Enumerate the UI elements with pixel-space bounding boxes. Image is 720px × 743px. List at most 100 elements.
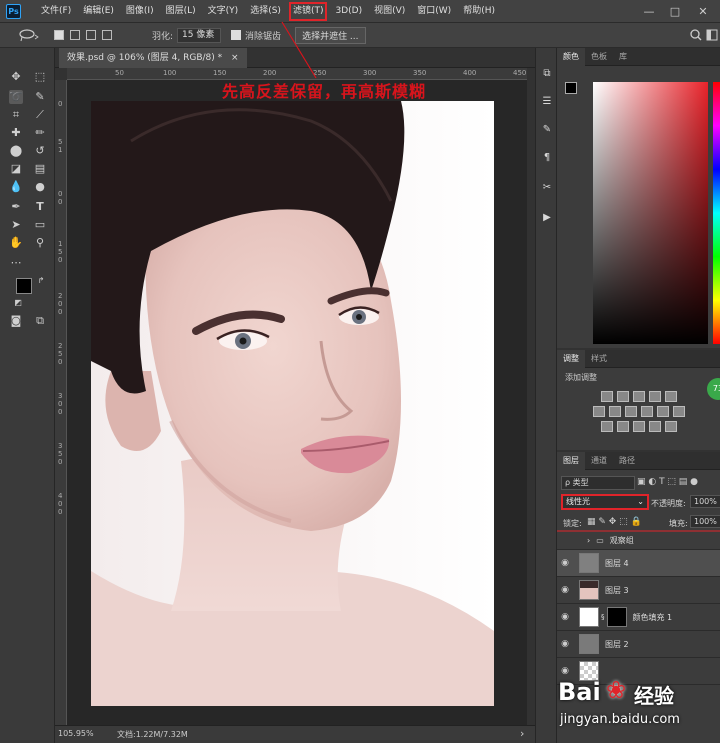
exposure-icon[interactable]	[648, 391, 661, 402]
tab-layers[interactable]: 图层	[557, 451, 585, 470]
layer-row-group[interactable]: › ▭ 观察组	[557, 532, 720, 550]
fg-color-chip[interactable]	[565, 82, 577, 94]
workspace-icon[interactable]	[706, 29, 718, 41]
character-icon[interactable]: ¶	[541, 152, 553, 164]
tab-channels[interactable]: 通道	[585, 452, 613, 470]
menu-3d[interactable]: 3D(D)	[329, 0, 368, 23]
lock-icons[interactable]: ▦ ✎ ✥ ⬚ 🔒	[587, 517, 642, 527]
dodge-tool-icon[interactable]: ●	[33, 180, 47, 194]
fill-input[interactable]: 100%	[690, 515, 720, 528]
actions-play-icon[interactable]: ▶	[541, 212, 553, 224]
brush-tool-icon[interactable]: ✏	[33, 126, 47, 140]
layer-row[interactable]: ◉ 图层 2	[557, 631, 720, 658]
antialias-checkbox[interactable]	[231, 30, 242, 40]
curves-icon[interactable]	[632, 391, 645, 402]
vibrance-icon[interactable]	[664, 391, 677, 402]
maximize-button[interactable]: □	[662, 0, 688, 23]
screen-mode-icon[interactable]: ⧉	[33, 314, 47, 328]
healing-tool-icon[interactable]: ✚	[9, 126, 23, 140]
blend-mode-select[interactable]: 线性光 ⌄	[561, 494, 649, 510]
tab-styles[interactable]: 样式	[585, 350, 613, 368]
add-selection-icon[interactable]	[70, 30, 80, 40]
move-tool-icon[interactable]: ✥	[9, 70, 23, 84]
lasso-tool-icon-active[interactable]: ➰	[9, 90, 23, 104]
shape-tool-icon[interactable]: ▭	[33, 218, 47, 232]
visibility-eye-icon[interactable]: ◉	[557, 639, 573, 649]
portrait-photo[interactable]	[91, 101, 494, 706]
search-icon[interactable]	[690, 29, 702, 41]
intersect-selection-icon[interactable]	[102, 30, 112, 40]
history-brush-icon[interactable]: ↺	[33, 144, 47, 158]
blur-tool-icon[interactable]: 💧	[9, 180, 23, 194]
history-icon[interactable]: ⧉	[541, 68, 553, 80]
eyedropper-tool-icon[interactable]: ⟋	[33, 108, 47, 122]
hue-sat-icon[interactable]	[592, 406, 605, 417]
channel-mixer-icon[interactable]	[656, 406, 669, 417]
quick-mask-icon[interactable]: ◙	[9, 314, 23, 328]
hand-tool-icon[interactable]: ✋	[9, 236, 23, 250]
tab-adjustments[interactable]: 调整	[557, 349, 585, 368]
menu-file[interactable]: 文件(F)	[35, 0, 77, 23]
pen-tool-icon[interactable]: ✒	[9, 200, 23, 214]
tab-color[interactable]: 颜色	[557, 47, 585, 66]
canvas-area[interactable]	[67, 80, 527, 725]
feather-input[interactable]: 15 像素	[177, 27, 222, 43]
menu-layer[interactable]: 图层(L)	[160, 0, 202, 23]
gradient-tool-icon[interactable]: ▤	[33, 162, 47, 176]
layer-row[interactable]: ◉ § 颜色填充 1	[557, 604, 720, 631]
minimize-button[interactable]: —	[636, 0, 662, 23]
visibility-eye-icon[interactable]: ◉	[557, 612, 573, 622]
opacity-input[interactable]: 100%	[690, 495, 720, 508]
tab-paths[interactable]: 路径	[613, 452, 641, 470]
status-expand-icon[interactable]: ›	[520, 727, 524, 740]
properties-icon[interactable]: ☰	[541, 96, 553, 108]
color-lookup-icon[interactable]	[672, 406, 685, 417]
hue-slider[interactable]	[713, 82, 720, 344]
default-colors-icon[interactable]: ◩	[11, 296, 25, 310]
marquee-tool-icon[interactable]: ⬚	[33, 70, 47, 84]
visibility-eye-icon[interactable]: ◉	[557, 558, 573, 568]
zoom-tool-icon[interactable]: ⚲	[33, 236, 47, 250]
menu-edit[interactable]: 编辑(E)	[77, 0, 120, 23]
gradient-map-icon[interactable]	[648, 421, 661, 432]
lasso-tool-icon[interactable]	[18, 28, 40, 42]
tab-swatches[interactable]: 色板	[585, 48, 613, 66]
layer-row[interactable]: ◉ 图层 3	[557, 577, 720, 604]
tools-preset-icon[interactable]: ✂	[541, 182, 553, 194]
threshold-icon[interactable]	[632, 421, 645, 432]
menu-type[interactable]: 文字(Y)	[202, 0, 245, 23]
menu-help[interactable]: 帮助(H)	[457, 0, 501, 23]
new-selection-icon[interactable]	[54, 30, 64, 40]
posterize-icon[interactable]	[616, 421, 629, 432]
tab-libraries[interactable]: 库	[613, 48, 633, 66]
close-window-button[interactable]: ✕	[690, 0, 716, 23]
layer-filter-select[interactable]: ρ 类型	[561, 476, 635, 490]
foreground-color-swatch[interactable]	[16, 278, 32, 294]
menu-image[interactable]: 图像(I)	[120, 0, 160, 23]
photo-filter-icon[interactable]	[640, 406, 653, 417]
more-tools-icon[interactable]: ⋯	[9, 256, 23, 270]
quick-select-tool-icon[interactable]: ✎	[33, 90, 47, 104]
close-tab-icon[interactable]: ×	[231, 53, 239, 63]
document-tab[interactable]: 效果.psd @ 106% (图层 4, RGB/8) * ×	[59, 48, 247, 68]
layer-filter-icons[interactable]: ▣ ◐ T ⬚ ▤ ●	[637, 477, 698, 487]
color-picker-field[interactable]	[593, 82, 708, 344]
color-balance-icon[interactable]	[608, 406, 621, 417]
stamp-tool-icon[interactable]: ⬤	[9, 144, 23, 158]
visibility-eye-icon[interactable]: ◉	[557, 666, 573, 676]
eraser-tool-icon[interactable]: ◪	[9, 162, 23, 176]
brightness-icon[interactable]	[600, 391, 613, 402]
invert-icon[interactable]	[600, 421, 613, 432]
menu-view[interactable]: 视图(V)	[368, 0, 411, 23]
menu-window[interactable]: 窗口(W)	[411, 0, 457, 23]
type-tool-icon[interactable]: T	[33, 200, 47, 214]
selective-color-icon[interactable]	[664, 421, 677, 432]
black-white-icon[interactable]	[624, 406, 637, 417]
zoom-level[interactable]: 105.95%	[58, 729, 94, 738]
visibility-eye-icon[interactable]: ◉	[557, 585, 573, 595]
expand-group-icon[interactable]: ›	[587, 536, 590, 545]
levels-icon[interactable]	[616, 391, 629, 402]
layer-row-selected[interactable]: ◉ 图层 4	[557, 550, 720, 577]
path-select-icon[interactable]: ➤	[9, 218, 23, 232]
swap-colors-icon[interactable]: ↱	[34, 274, 48, 288]
